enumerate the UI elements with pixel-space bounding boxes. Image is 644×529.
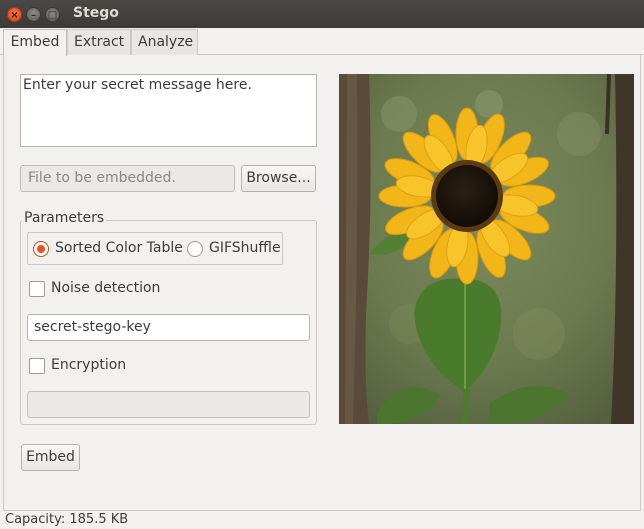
window-title: Stego — [73, 5, 119, 21]
tab-analyze[interactable]: Analyze — [131, 29, 198, 55]
browse-button[interactable]: Browse... — [241, 165, 316, 192]
stego-key-input[interactable]: secret-stego-key — [27, 314, 310, 341]
minimize-window-icon[interactable]: – — [26, 7, 41, 22]
embed-button[interactable]: Embed — [21, 444, 80, 471]
maximize-window-icon[interactable]: □ — [45, 7, 60, 22]
window-titlebar: × – □ Stego — [0, 0, 644, 28]
secret-message-textarea[interactable]: Enter your secret message here. — [20, 74, 317, 147]
gifshuffle-radio[interactable] — [187, 241, 203, 257]
tab-embed[interactable]: Embed — [3, 29, 67, 56]
parameters-group-title: Parameters — [22, 210, 107, 226]
noise-detection-label[interactable]: Noise detection — [51, 280, 160, 296]
tab-bar: Embed Extract Analyze — [0, 28, 644, 56]
cover-image-preview — [339, 74, 634, 424]
file-to-embed-input[interactable]: File to be embedded. — [20, 165, 235, 192]
encryption-checkbox[interactable] — [29, 358, 45, 374]
sorted-color-table-label[interactable]: Sorted Color Table — [55, 240, 183, 256]
sorted-color-table-radio[interactable] — [33, 241, 49, 257]
sunflower-photo-icon — [339, 74, 634, 424]
gifshuffle-label[interactable]: GIFShuffle — [209, 240, 281, 256]
tab-extract[interactable]: Extract — [67, 29, 131, 55]
close-window-icon[interactable]: × — [7, 7, 22, 22]
noise-detection-checkbox[interactable] — [29, 281, 45, 297]
encryption-password-input[interactable] — [27, 391, 310, 418]
encryption-label[interactable]: Encryption — [51, 357, 126, 373]
capacity-status: Capacity: 185.5 KB — [0, 511, 644, 529]
